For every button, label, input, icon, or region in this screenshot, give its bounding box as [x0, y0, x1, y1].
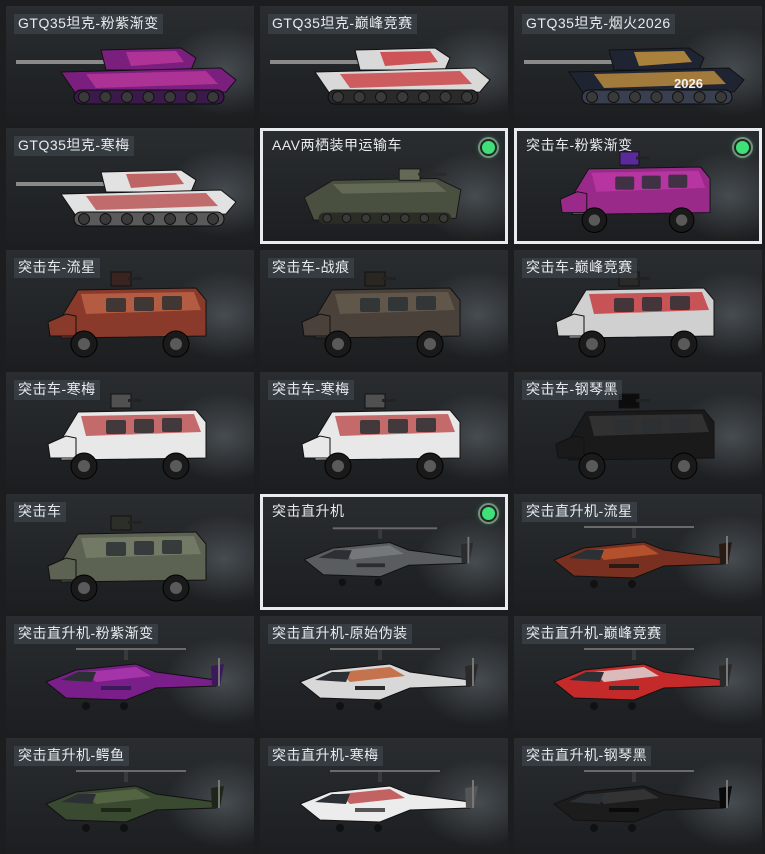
vehicle-skin-label: GTQ35坦克-粉紫渐变	[14, 14, 163, 34]
tank-icon	[524, 47, 745, 105]
assault-vehicle-icon	[301, 271, 461, 358]
vehicle-skin-card[interactable]: 2026 GTQ35坦克-烟火2026	[514, 6, 762, 122]
helicopter-icon	[45, 770, 224, 832]
owned-indicator-icon	[734, 139, 751, 156]
vehicle-skin-label: 突击直升机-鳄鱼	[14, 746, 129, 766]
vehicle-skin-card[interactable]: 突击直升机-寒梅	[260, 738, 508, 854]
vehicle-skin-label: 突击直升机-寒梅	[268, 746, 383, 766]
vehicle-skin-label: 突击车-寒梅	[14, 380, 100, 400]
helicopter-icon	[299, 770, 478, 832]
vehicle-skin-label: 突击直升机-流星	[522, 502, 637, 522]
vehicle-skin-card[interactable]: GTQ35坦克-寒梅	[6, 128, 254, 244]
vehicle-skin-label: 突击直升机-原始伪装	[268, 624, 412, 644]
vehicle-skin-label: 突击直升机-粉紫渐变	[14, 624, 158, 644]
vehicle-skin-card[interactable]: 突击车	[6, 494, 254, 610]
vehicle-skin-card[interactable]: 突击直升机-钢琴黑	[514, 738, 762, 854]
assault-vehicle-icon	[301, 393, 461, 480]
assault-vehicle-icon	[47, 393, 207, 480]
vehicle-skin-card[interactable]: 突击车-寒梅	[6, 372, 254, 488]
vehicle-skin-card[interactable]: GTQ35坦克-粉紫渐变	[6, 6, 254, 122]
vehicle-skin-card[interactable]: 突击直升机	[260, 494, 508, 610]
vehicle-skin-card[interactable]: 突击直升机-流星	[514, 494, 762, 610]
vehicle-skin-label: GTQ35坦克-寒梅	[14, 136, 134, 156]
vehicle-skin-card[interactable]: 突击直升机-原始伪装	[260, 616, 508, 732]
helicopter-icon	[553, 770, 732, 832]
vehicle-skin-card[interactable]: GTQ35坦克-巅峰竞赛	[260, 6, 508, 122]
vehicle-skin-label: GTQ35坦克-巅峰竞赛	[268, 14, 417, 34]
vehicle-skin-card[interactable]: 突击车-粉紫渐变	[514, 128, 762, 244]
vehicle-skin-label: 突击直升机-钢琴黑	[522, 746, 652, 766]
vehicle-skin-label: GTQ35坦克-烟火2026	[522, 14, 675, 34]
decal-text: 2026	[674, 76, 703, 91]
vehicle-skin-card[interactable]: 突击车-巅峰竞赛	[514, 250, 762, 366]
amphibious-vehicle-icon	[303, 168, 462, 224]
tank-icon	[16, 47, 237, 105]
vehicle-skin-label: 突击车-流星	[14, 258, 100, 278]
vehicle-skin-card[interactable]: 突击车-钢琴黑	[514, 372, 762, 488]
assault-vehicle-icon	[555, 271, 715, 358]
helicopter-icon	[45, 648, 224, 710]
vehicle-skin-card[interactable]: AAV两栖装甲运输车	[260, 128, 508, 244]
vehicle-skin-label: 突击车	[14, 502, 66, 522]
vehicle-skin-grid: GTQ35坦克-粉紫渐变 GTQ35坦克-巅峰竞赛 2026 GTQ35坦克-烟火20…	[0, 0, 765, 854]
helicopter-icon	[299, 648, 478, 710]
vehicle-skin-card[interactable]: 突击直升机-鳄鱼	[6, 738, 254, 854]
helicopter-icon	[553, 648, 732, 710]
vehicle-skin-label: 突击车-战痕	[268, 258, 354, 278]
assault-vehicle-icon	[559, 151, 711, 233]
vehicle-skin-card[interactable]: 突击车-战痕	[260, 250, 508, 366]
owned-indicator-icon	[480, 139, 497, 156]
tank-icon	[270, 47, 491, 105]
vehicle-skin-label: AAV两栖装甲运输车	[272, 137, 402, 153]
vehicle-skin-card[interactable]: 突击直升机-粉紫渐变	[6, 616, 254, 732]
assault-vehicle-icon	[47, 515, 207, 602]
vehicle-skin-card[interactable]: 突击直升机-巅峰竞赛	[514, 616, 762, 732]
vehicle-skin-card[interactable]: 突击车-流星	[6, 250, 254, 366]
owned-indicator-icon	[480, 505, 497, 522]
vehicle-skin-label: 突击直升机-巅峰竞赛	[522, 624, 666, 644]
vehicle-skin-label: 突击车-钢琴黑	[522, 380, 623, 400]
vehicle-skin-label: 突击车-粉紫渐变	[526, 137, 633, 153]
tank-icon	[16, 169, 237, 227]
helicopter-icon	[553, 526, 732, 588]
vehicle-skin-label: 突击车-巅峰竞赛	[522, 258, 637, 278]
assault-vehicle-icon	[555, 393, 715, 480]
vehicle-skin-card[interactable]: 突击车-寒梅	[260, 372, 508, 488]
helicopter-icon	[303, 527, 474, 587]
vehicle-skin-label: 突击车-寒梅	[268, 380, 354, 400]
vehicle-skin-label: 突击直升机	[272, 503, 345, 519]
assault-vehicle-icon	[47, 271, 207, 358]
